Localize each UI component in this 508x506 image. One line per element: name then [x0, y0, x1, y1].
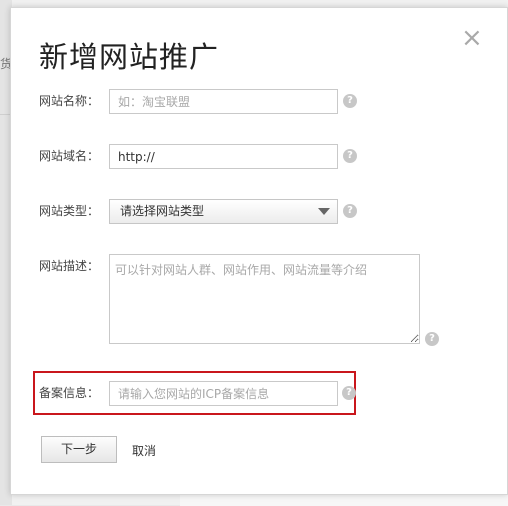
site-name-input[interactable] — [109, 89, 338, 114]
site-type-label: 网站类型： — [39, 204, 100, 218]
site-desc-textarea[interactable] — [109, 254, 420, 344]
icp-label: 备案信息： — [39, 386, 100, 400]
site-type-selected: 请选择网站类型 — [120, 204, 205, 218]
site-desc-label: 网站描述： — [39, 259, 100, 273]
site-name-help-icon[interactable]: ? — [343, 94, 357, 108]
icp-input[interactable] — [109, 381, 338, 406]
chevron-down-icon — [318, 208, 330, 215]
close-icon[interactable]: × — [461, 25, 483, 51]
site-name-label: 网站名称： — [39, 94, 100, 108]
site-type-help-icon[interactable]: ? — [343, 204, 357, 218]
site-domain-label: 网站域名： — [39, 149, 100, 163]
icp-help-icon[interactable]: ? — [342, 386, 356, 400]
dialog-title: 新增网站推广 — [39, 40, 220, 74]
site-type-select[interactable]: 请选择网站类型 — [109, 199, 338, 224]
site-desc-help-icon[interactable]: ? — [425, 332, 439, 346]
next-step-button[interactable]: 下一步 — [41, 436, 117, 463]
site-domain-input[interactable] — [109, 144, 338, 169]
add-website-dialog: 新增网站推广 × 网站名称： ? 网站域名： ? 网站类型： 请选择网站类型 ?… — [10, 7, 508, 495]
cancel-link[interactable]: 取消 — [132, 442, 156, 459]
site-domain-help-icon[interactable]: ? — [343, 149, 357, 163]
